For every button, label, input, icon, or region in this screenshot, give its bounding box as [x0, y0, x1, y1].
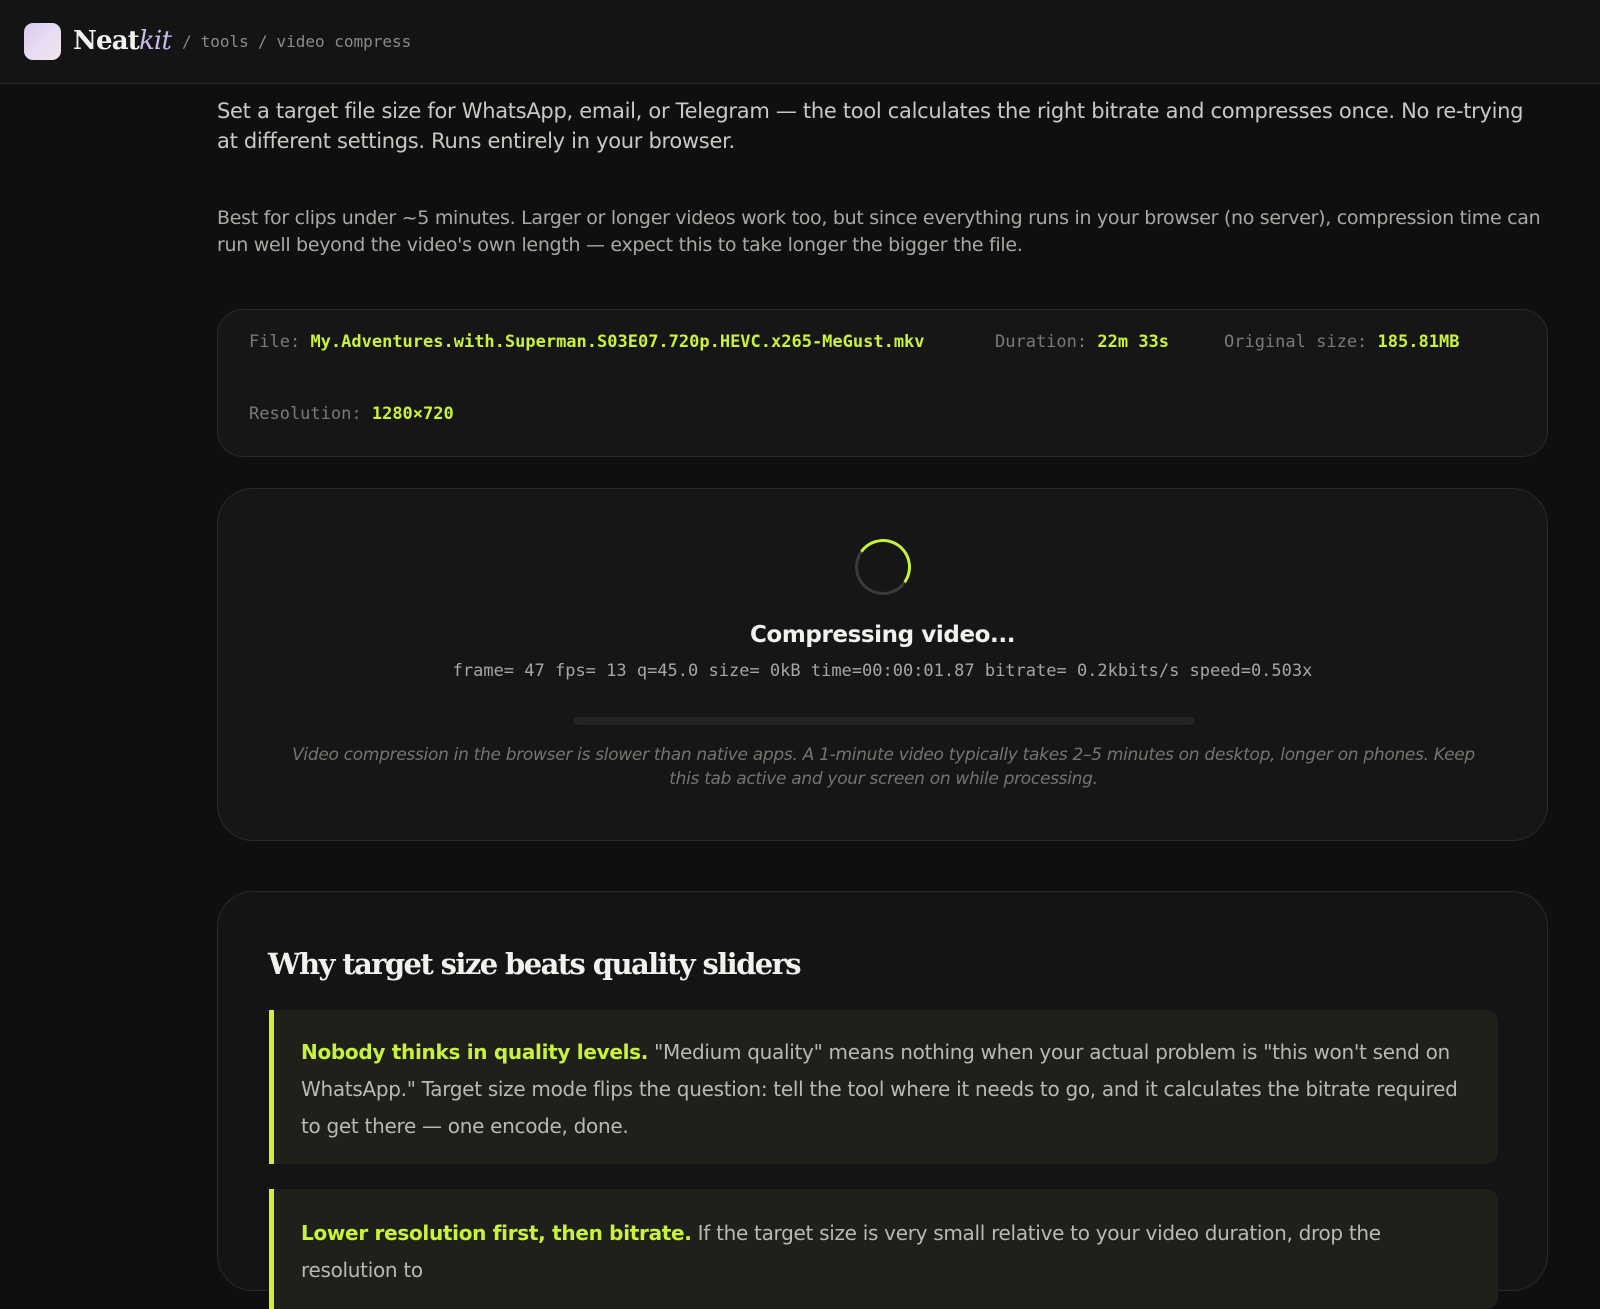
breadcrumb-separator: /: [257, 32, 268, 51]
original-size-value: 185.81MB: [1377, 332, 1460, 352]
ffmpeg-log-line: frame= 47 fps= 13 q=45.0 size= 0kB time=…: [452, 661, 1313, 681]
breadcrumb: / tools / video compress: [182, 30, 420, 54]
duration-meta: Duration: 22m 33s: [995, 330, 1169, 354]
top-bar: Neatkit / tools / video compress: [0, 0, 1600, 84]
intro-text: Set a target file size for WhatsApp, ema…: [217, 99, 1524, 153]
original-size-label: Original size:: [1224, 332, 1368, 352]
progress-bar: [573, 717, 1195, 725]
breadcrumb-separator: /: [182, 32, 192, 51]
processing-hint: Video compression in the browser is slow…: [292, 745, 1475, 789]
breadcrumb-current: video compress: [276, 32, 412, 51]
file-info-card: File: My.Adventures.with.Superman.S03E07…: [217, 309, 1548, 457]
info-section-card: Why target size beats quality sliders No…: [217, 891, 1548, 1309]
brand-main: Neat: [73, 26, 140, 56]
duration-value: 22m 33s: [1097, 332, 1170, 352]
duration-note: Best for clips under ~5 minutes. Larger …: [217, 207, 1541, 256]
duration-label: Duration:: [995, 332, 1088, 352]
resolution-label: Resolution:: [249, 404, 362, 424]
original-size-meta: Original size: 185.81MB: [1224, 330, 1459, 354]
file-name-meta: File: My.Adventures.with.Superman.S03E07…: [249, 330, 925, 354]
callout-text: Nobody thinks in quality levels. "Medium…: [301, 1034, 1473, 1145]
callout-lead: Nobody thinks in quality levels.: [301, 1040, 649, 1064]
callout-text: Lower resolution first, then bitrate. If…: [301, 1215, 1473, 1289]
callout-quality-levels: Nobody thinks in quality levels. "Medium…: [269, 1010, 1498, 1164]
loading-spinner-icon: [850, 534, 916, 600]
resolution-meta: Resolution: 1280×720: [249, 402, 454, 426]
logo-icon[interactable]: [24, 23, 61, 60]
file-value: My.Adventures.with.Superman.S03E07.720p.…: [310, 332, 925, 352]
callout-resolution-first: Lower resolution first, then bitrate. If…: [269, 1189, 1498, 1309]
callout-lead: Lower resolution first, then bitrate.: [301, 1221, 692, 1245]
status-title: Compressing video...: [749, 622, 1016, 648]
brand-logo[interactable]: Neatkit: [73, 24, 172, 58]
compression-progress-card: Compressing video... frame= 47 fps= 13 q…: [217, 488, 1548, 841]
breadcrumb-tools-link[interactable]: tools: [201, 32, 249, 51]
section-heading: Why target size beats quality sliders: [268, 947, 802, 981]
resolution-value: 1280×720: [371, 404, 454, 424]
brand-accent: kit: [138, 26, 172, 56]
file-label: File:: [249, 332, 301, 352]
